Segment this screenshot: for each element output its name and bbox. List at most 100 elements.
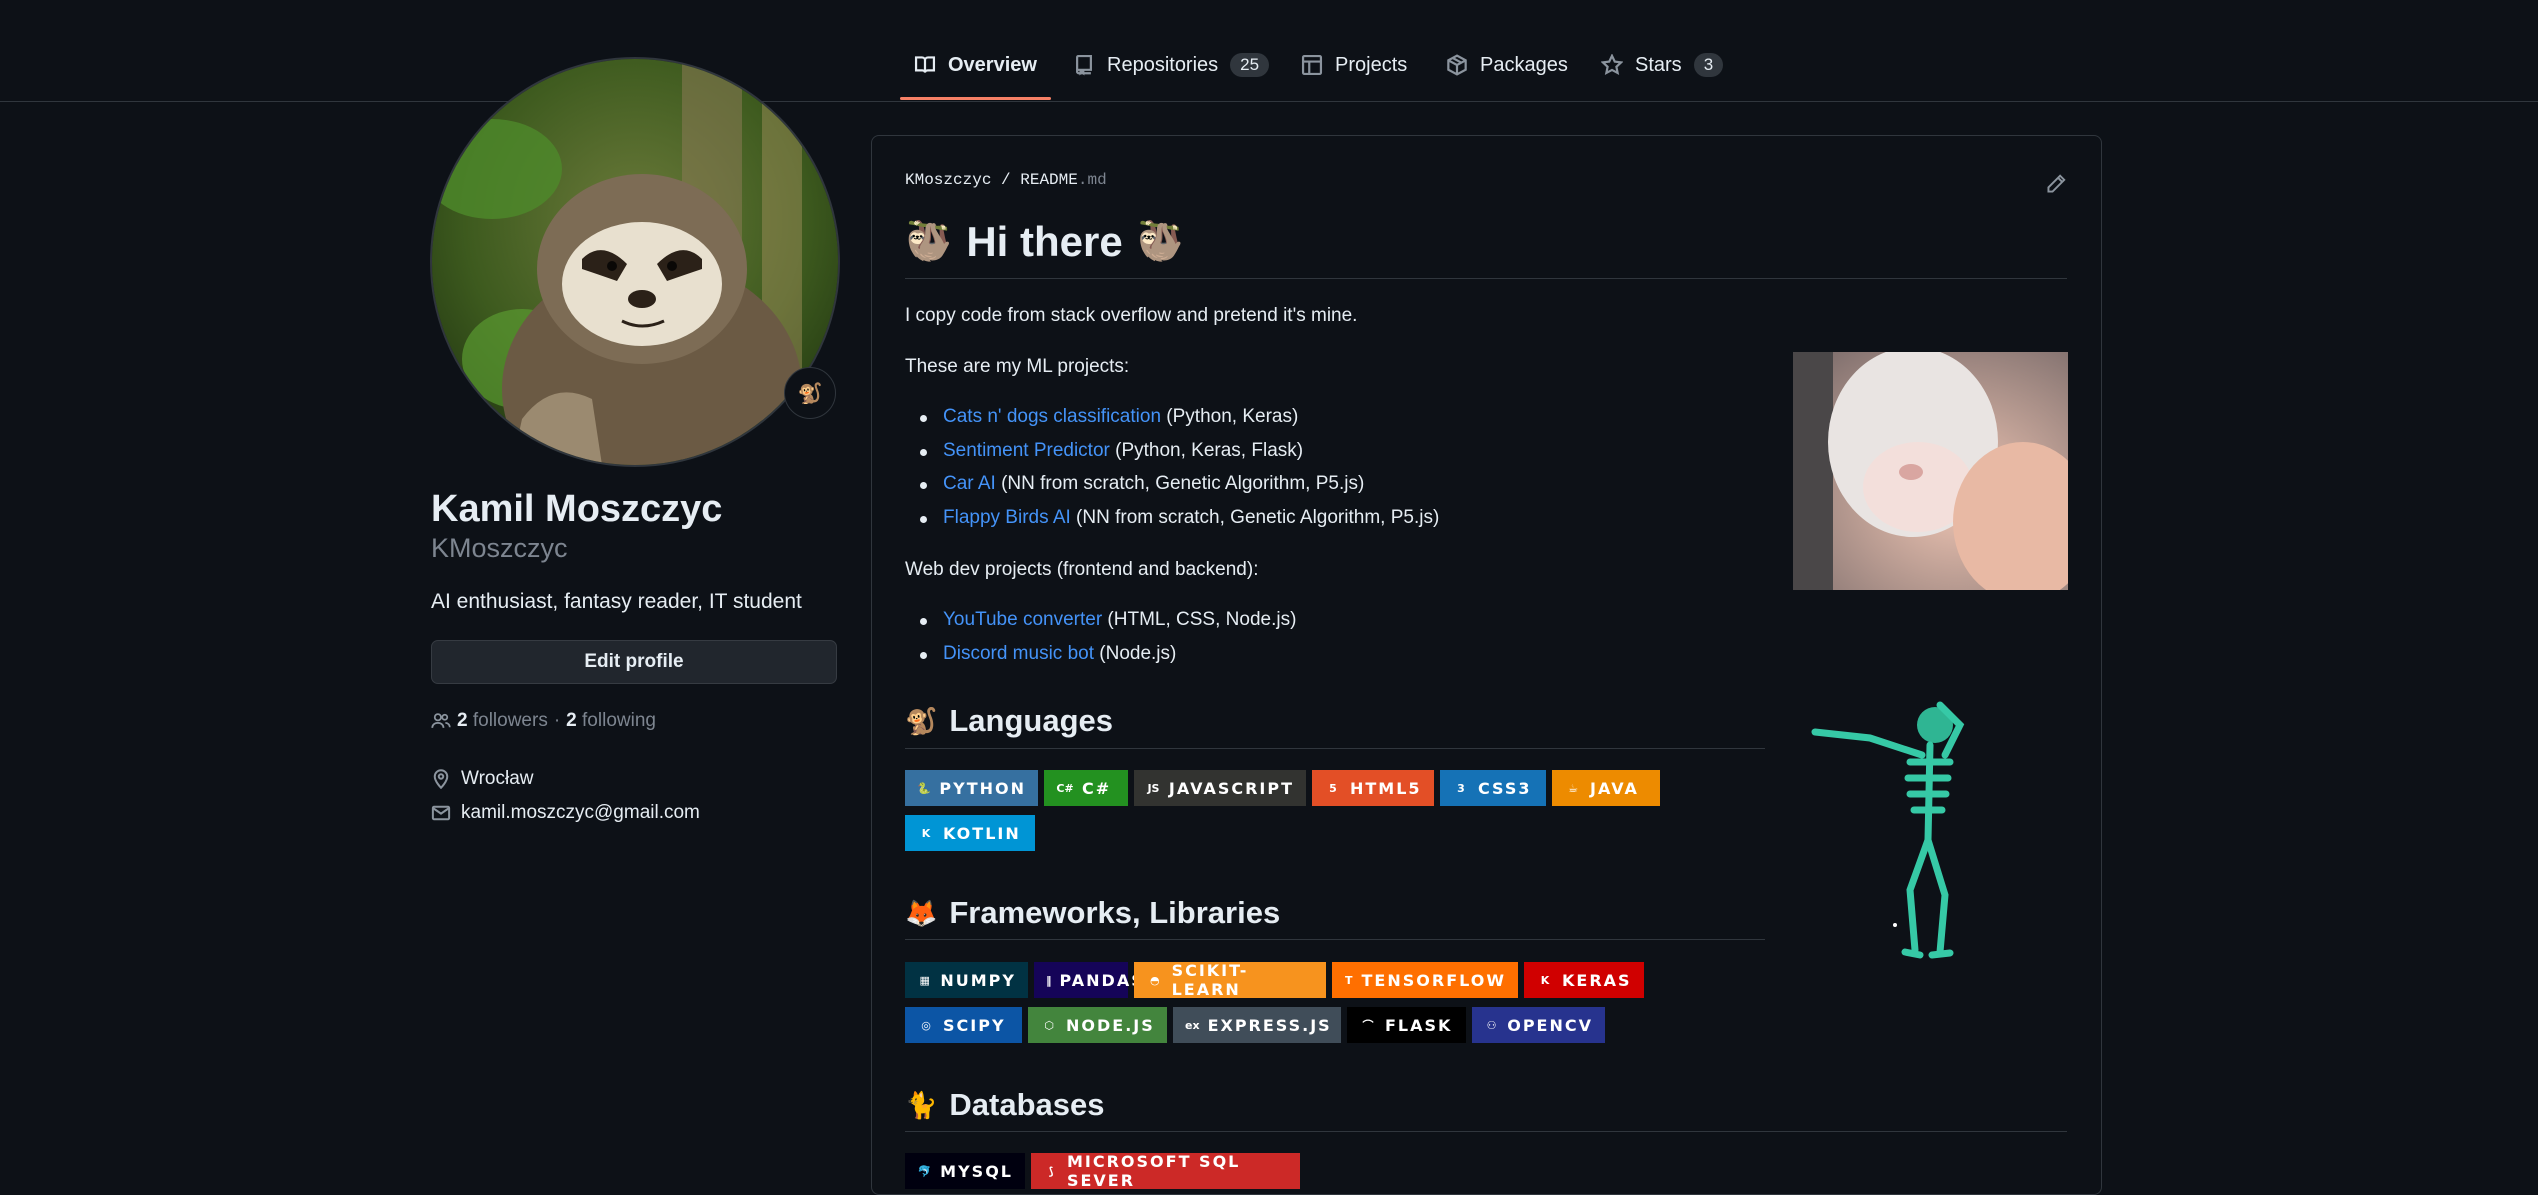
tab-stars[interactable]: Stars 3 (1601, 40, 1724, 94)
badge-label: KOTLIN (943, 823, 1021, 843)
project-tech: (Python, Keras) (1161, 406, 1299, 427)
project-link[interactable]: Cats n' dogs classification (943, 406, 1161, 427)
readme-owner-link[interactable]: KMoszczyc (905, 171, 991, 189)
tab-overview[interactable]: Overview (900, 40, 1051, 100)
sloth-emoji: 🦥 (1136, 221, 1185, 263)
badge-css3: 3 CSS3 (1440, 770, 1546, 806)
sloth-emoji: 🦥 (905, 221, 953, 263)
csharp-icon: C# (1056, 781, 1074, 795)
badge-tensorflow: T TENSORFLOW (1332, 962, 1518, 998)
badge-label: C# (1082, 778, 1112, 798)
section-divider (905, 748, 1765, 749)
badge-pandas: ‖ PANDAS (1034, 962, 1143, 998)
profile-full-name: Kamil Moszczyc (431, 488, 723, 530)
book-icon (914, 56, 936, 73)
badge-label: PYTHON (939, 778, 1026, 798)
html5-icon: 5 (1329, 781, 1337, 795)
badge-opencv: ⚇ OPENCV (1472, 1007, 1605, 1043)
kotlin-icon: K (921, 826, 931, 840)
edit-readme-pencil-icon[interactable] (2045, 173, 2067, 195)
badge-label: TENSORFLOW (1361, 970, 1506, 990)
followers-count: 2 (457, 710, 468, 731)
badge-keras: K KERAS (1524, 962, 1644, 998)
followers-link[interactable]: 2 followers (457, 710, 548, 732)
tab-packages[interactable]: Packages (1446, 40, 1568, 94)
badge-label: EXPRESS.JS (1207, 1015, 1332, 1035)
badge-mysql: 🐬 MYSQL (905, 1153, 1025, 1189)
tab-overview-label: Overview (948, 54, 1037, 76)
badge-kotlin: K KOTLIN (905, 815, 1035, 851)
keras-icon: K (1540, 973, 1550, 987)
python-icon: 🐍 (917, 781, 932, 795)
edit-profile-button[interactable]: Edit profile (431, 640, 837, 684)
badge-label: FLASK (1385, 1015, 1453, 1035)
project-link[interactable]: YouTube converter (943, 609, 1102, 630)
badge-label: HTML5 (1350, 778, 1422, 798)
readme-file-link[interactable]: README.md (1020, 171, 1106, 189)
project-link[interactable]: Flappy Birds AI (943, 507, 1071, 528)
dancing-skeleton-gif (1811, 701, 1965, 959)
readme-title: 🦥 Hi there 🦥 (905, 218, 1184, 266)
badge-label: SCIPY (943, 1015, 1006, 1035)
mail-icon (431, 805, 451, 821)
profile-username: KMoszczyc (431, 533, 568, 563)
monkey-emoji: 🐒 (905, 705, 938, 736)
list-item: Cats n' dogs classification (Python, Ker… (919, 406, 1299, 428)
profile-email: kamil.moszczyc@gmail.com (431, 802, 700, 824)
repositories-count-badge: 25 (1230, 53, 1270, 77)
tab-repositories-label: Repositories (1107, 54, 1219, 76)
avatar[interactable] (430, 57, 840, 467)
status-emoji: 🐒 (797, 382, 823, 405)
stars-count-badge: 3 (1693, 53, 1724, 77)
badge-flask: ⌒ FLASK (1347, 1007, 1466, 1043)
fox-emoji: 🦊 (905, 897, 938, 928)
following-link[interactable]: 2 following (566, 710, 656, 732)
section-heading-languages: 🐒 Languages (905, 703, 1113, 739)
section-heading-frameworks: 🦊 Frameworks, Libraries (905, 895, 1280, 931)
followers-label: followers (472, 710, 548, 731)
badge-label: JAVASCRIPT (1168, 778, 1294, 798)
badge-label: NUMPY (940, 970, 1016, 990)
section-divider (905, 939, 1765, 940)
status-emoji-button[interactable]: 🐒 (784, 367, 836, 419)
scikit-learn-icon: ◓ (1149, 973, 1160, 987)
package-icon (1447, 54, 1467, 76)
tab-projects[interactable]: Projects (1301, 40, 1407, 94)
profile-bio: AI enthusiast, fantasy reader, IT studen… (431, 590, 802, 613)
section-title: Languages (949, 703, 1114, 738)
readme-file-ext: .md (1077, 171, 1107, 189)
mysql-icon: 🐬 (917, 1164, 932, 1178)
badge-scikit-learn: ◓ SCIKIT-LEARN (1134, 961, 1326, 999)
css3-icon: 3 (1457, 781, 1465, 795)
project-link[interactable]: Discord music bot (943, 643, 1094, 664)
title-divider (905, 278, 2067, 279)
badge-python: 🐍 PYTHON (905, 770, 1038, 806)
project-link[interactable]: Car AI (943, 473, 996, 494)
intro-text: I copy code from stack overflow and pret… (905, 305, 1358, 326)
table-icon (1301, 54, 1323, 76)
star-icon (1601, 54, 1623, 76)
email-link[interactable]: kamil.moszczyc@gmail.com (461, 802, 700, 824)
breadcrumb-separator: / (1001, 171, 1011, 189)
badge-label: OPENCV (1507, 1015, 1593, 1035)
javascript-icon: JS (1147, 781, 1160, 795)
badge-html5: 5 HTML5 (1312, 770, 1434, 806)
follow-separator: · (553, 710, 561, 731)
scipy-icon: ◎ (921, 1018, 931, 1032)
readme-file-base: README (1020, 171, 1078, 189)
badge-label: CSS3 (1478, 778, 1532, 798)
repo-icon (1076, 54, 1092, 76)
badge-express-js: ex EXPRESS.JS (1173, 1007, 1341, 1043)
nodejs-icon: ⬡ (1044, 1018, 1054, 1032)
readme-title-text: Hi there (966, 218, 1123, 265)
section-heading-databases: 🐈 Databases (905, 1087, 1104, 1123)
badge-microsoft-sql-sever: ⟆ MICROSOFT SQL SEVER (1031, 1152, 1300, 1190)
badge-label: MICROSOFT SQL SEVER (1066, 1152, 1241, 1190)
profile-tab-nav: Overview Repositories 25 Projects Packag… (0, 0, 2538, 102)
list-item: Discord music bot (Node.js) (919, 643, 1176, 665)
project-link[interactable]: Sentiment Predictor (943, 440, 1110, 461)
tab-repositories[interactable]: Repositories 25 (1073, 40, 1270, 94)
project-tech: (Python, Keras, Flask) (1109, 440, 1304, 461)
project-tech: (NN from scratch, Genetic Algorithm, P5.… (995, 473, 1365, 494)
web-projects-heading: Web dev projects (frontend and backend): (905, 559, 1259, 580)
